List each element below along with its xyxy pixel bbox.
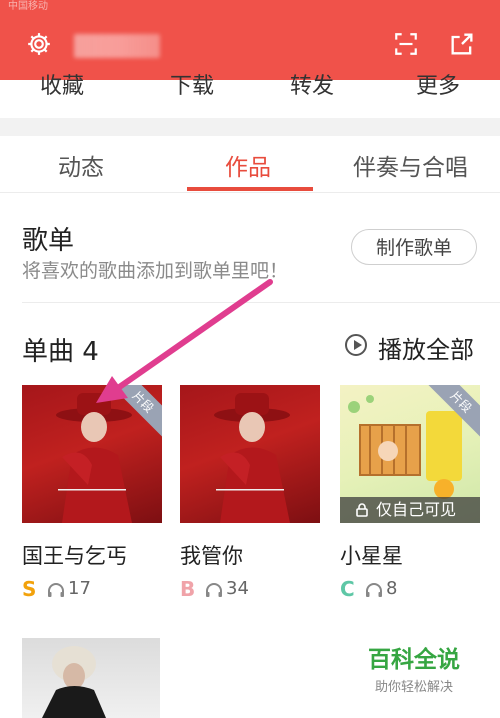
playlist-title: 歌单: [22, 226, 75, 256]
username-blurred: [74, 34, 160, 58]
tab-active-indicator: [187, 187, 313, 191]
cover-art: [214, 393, 290, 523]
gear-icon[interactable]: [26, 31, 52, 57]
lock-icon: [356, 503, 368, 517]
cover-art: [42, 646, 106, 718]
headphone-icon: [206, 583, 222, 597]
play-all-label: 播放全部: [378, 336, 474, 364]
carrier-label: 中国移动: [8, 1, 48, 12]
song-card-1[interactable]: 片段 国王与乞丐 S 17: [22, 385, 162, 601]
play-count: 17: [68, 578, 91, 599]
play-circle-icon: [345, 334, 367, 356]
action-forward[interactable]: 转发: [290, 68, 334, 98]
song-title[interactable]: 国王与乞丐: [22, 540, 127, 570]
content-tabs: 动态 作品 伴奏与合唱: [0, 136, 500, 193]
song-card-3[interactable]: 片段 仅自己可见 小星星 C 8: [340, 385, 480, 601]
grade-badge: S: [22, 577, 37, 601]
tab-activity[interactable]: 动态: [58, 148, 104, 182]
watermark-title: 百科全说: [368, 647, 460, 673]
make-playlist-button[interactable]: 制作歌单: [351, 229, 477, 265]
playlist-subtitle: 将喜欢的歌曲添加到歌单里吧！: [22, 260, 289, 282]
song-title[interactable]: 我管你: [180, 540, 243, 570]
action-more[interactable]: 更多: [416, 68, 460, 98]
grade-badge: B: [180, 577, 196, 601]
album-cover[interactable]: [180, 385, 320, 523]
tab-accompaniment[interactable]: 伴奏与合唱: [353, 148, 468, 182]
singles-title: 单曲 4: [22, 337, 99, 367]
song-title[interactable]: 小星星: [340, 540, 403, 570]
private-visibility-bar: 仅自己可见: [340, 497, 480, 523]
headphone-icon: [48, 583, 64, 597]
private-label: 仅自己可见: [376, 500, 457, 519]
action-download[interactable]: 下载: [170, 68, 214, 98]
share-icon[interactable]: [448, 30, 476, 58]
watermark-subtitle: 助你轻松解决: [374, 680, 453, 695]
headphone-icon: [366, 583, 382, 597]
play-count: 8: [386, 578, 398, 599]
divider: [22, 302, 500, 303]
song-meta: C 8: [340, 577, 480, 603]
album-cover[interactable]: 片段 仅自己可见: [340, 385, 480, 523]
play-count: 34: [226, 578, 249, 599]
action-favorite[interactable]: 收藏: [40, 68, 84, 98]
section-gap: [0, 118, 500, 136]
song-meta: S 17: [22, 577, 162, 603]
action-row: 收藏 下载 转发 更多: [0, 68, 500, 98]
grade-badge: C: [340, 577, 355, 601]
album-cover[interactable]: 片段: [22, 385, 162, 523]
song-card-4[interactable]: [22, 638, 160, 718]
scan-icon[interactable]: [393, 31, 419, 57]
song-meta: B 34: [180, 577, 320, 603]
tab-works[interactable]: 作品: [225, 148, 271, 182]
song-card-2[interactable]: 我管你 B 34: [180, 385, 320, 601]
watermark: 百科全说 助你轻松解决: [364, 640, 464, 695]
